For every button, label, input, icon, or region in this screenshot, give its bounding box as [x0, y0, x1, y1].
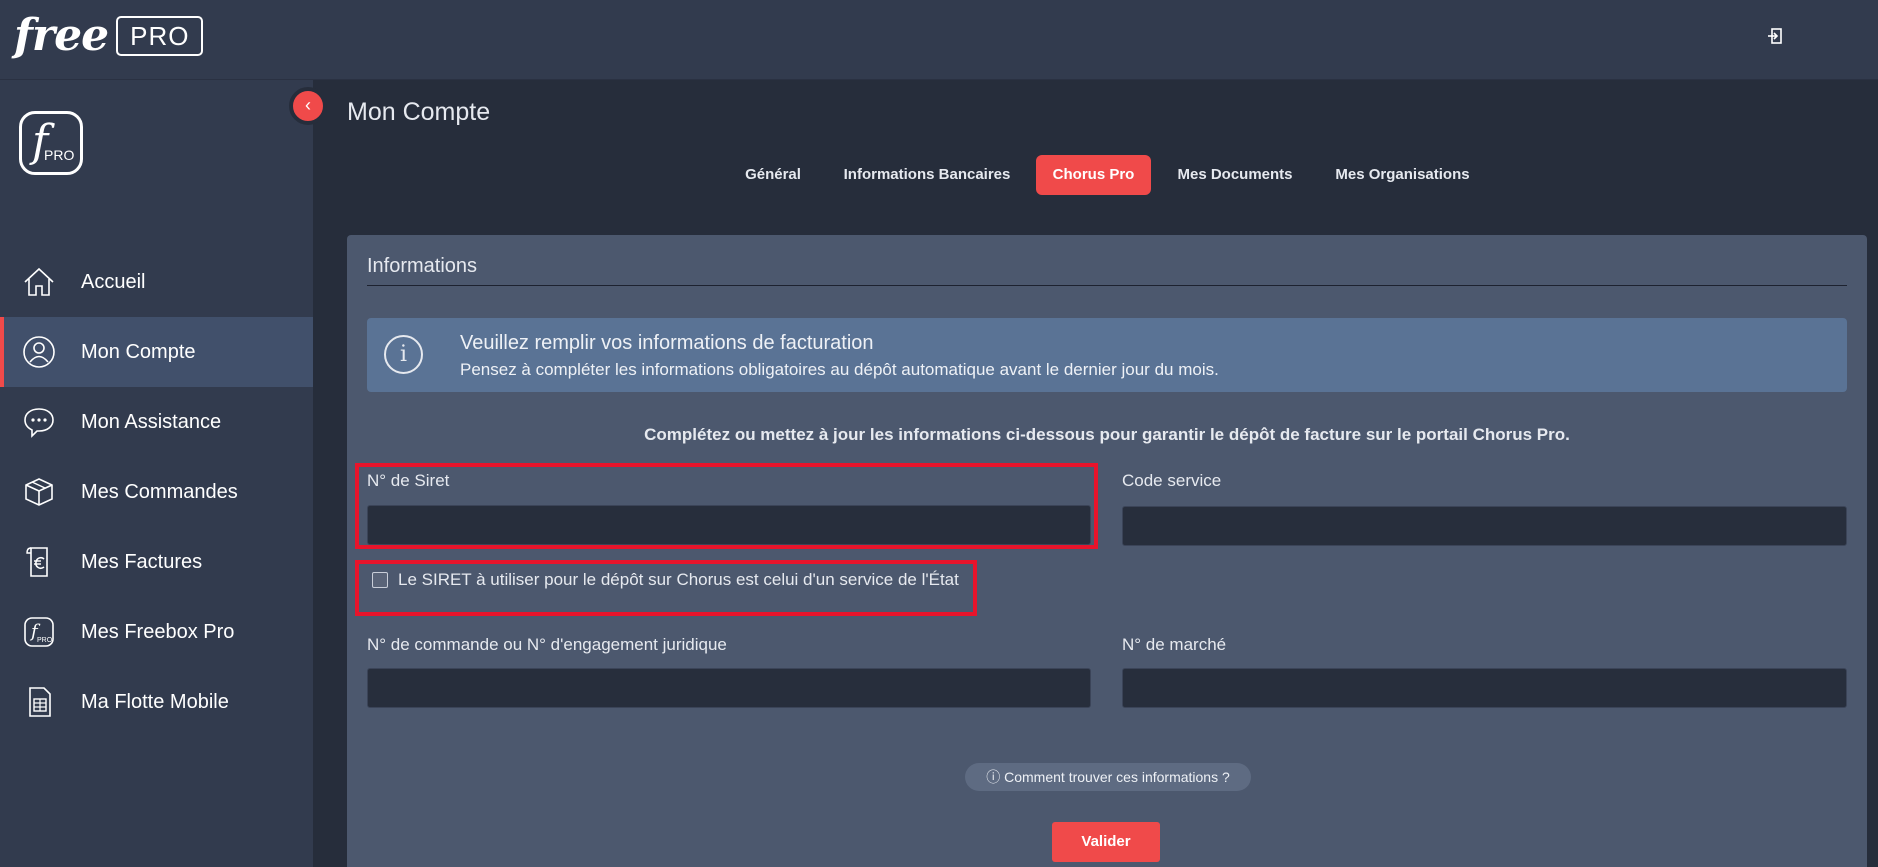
sim-card-icon — [22, 685, 56, 719]
freebox-pro-icon: f PRO — [22, 615, 56, 649]
help-info-button[interactable]: ⓘ Comment trouver ces informations ? — [965, 763, 1251, 791]
sidebar-item-label: Mon Assistance — [81, 410, 222, 433]
sidebar-item-mes-factures[interactable]: Mes Factures — [0, 527, 313, 597]
sidebar-item-label: Ma Flotte Mobile — [81, 690, 229, 713]
sidebar-item-label: Mon Compte — [81, 340, 196, 363]
box-icon — [22, 475, 56, 509]
page-title: Mon Compte — [347, 98, 491, 126]
code-service-label: Code service — [1122, 471, 1222, 490]
valider-button[interactable]: Valider — [1052, 822, 1160, 862]
logout-icon[interactable] — [1764, 26, 1786, 52]
sidebar-item-mon-assistance[interactable]: Mon Assistance — [0, 387, 313, 457]
invoice-euro-icon — [22, 545, 56, 579]
sidebar-item-accueil[interactable]: Accueil — [0, 247, 313, 317]
tab-general[interactable]: Général — [734, 155, 812, 195]
top-bar: free PRO — [0, 0, 1878, 80]
sidebar-item-mon-compte[interactable]: Mon Compte — [0, 317, 313, 387]
tab-chorus-pro[interactable]: Chorus Pro — [1036, 155, 1151, 195]
sidebar-item-mes-freebox-pro[interactable]: f PRO Mes Freebox Pro — [0, 597, 313, 667]
info-alert: i Veuillez remplir vos informations de f… — [367, 318, 1847, 392]
info-alert-subtitle: Pensez à compléter les informations obli… — [460, 360, 1219, 379]
etat-service-checkbox-label[interactable]: Le SIRET à utiliser pour le dépôt sur Ch… — [398, 570, 959, 590]
divider — [367, 285, 1847, 286]
sidebar-item-label: Mes Commandes — [81, 480, 238, 503]
svg-text:PRO: PRO — [37, 637, 53, 644]
sidebar-item-mes-commandes[interactable]: Mes Commandes — [0, 457, 313, 527]
commande-label: N° de commande ou N° d'engagement juridi… — [367, 635, 727, 654]
home-icon — [22, 265, 56, 299]
form-intro-text: Complétez ou mettez à jour les informati… — [644, 425, 1570, 444]
marche-label: N° de marché — [1122, 635, 1227, 654]
logo-free-text: free — [14, 10, 109, 61]
info-alert-title: Veuillez remplir vos informations de fac… — [460, 332, 874, 354]
sidebar-item-label: Mes Factures — [81, 550, 203, 573]
etat-service-checkbox[interactable] — [372, 572, 388, 588]
info-icon: i — [384, 335, 423, 374]
tab-mes-documents[interactable]: Mes Documents — [1172, 155, 1298, 195]
informations-panel: Informations i Veuillez remplir vos info… — [347, 235, 1867, 867]
code-service-input[interactable] — [1122, 506, 1847, 546]
tab-bar: Général Informations Bancaires Chorus Pr… — [0, 155, 1878, 195]
sidebar-item-ma-flotte-mobile[interactable]: Ma Flotte Mobile — [0, 667, 313, 737]
siret-input[interactable] — [367, 505, 1091, 545]
chevron-left-icon: ‹ — [305, 95, 311, 115]
tab-informations-bancaires[interactable]: Informations Bancaires — [838, 155, 1016, 195]
tab-mes-organisations[interactable]: Mes Organisations — [1330, 155, 1475, 195]
panel-title: Informations — [367, 255, 478, 277]
sidebar-item-label: Mes Freebox Pro — [81, 620, 235, 643]
sidebar-collapse-button[interactable]: ‹ — [289, 87, 327, 125]
sidebar: f PRO Accueil Mon Compte Mon Assistance — [0, 80, 313, 867]
sidebar-item-label: Accueil — [81, 270, 146, 293]
siret-label: N° de Siret — [367, 471, 450, 490]
chat-icon — [22, 405, 56, 439]
free-pro-logo[interactable]: free PRO — [14, 10, 204, 61]
commande-input[interactable] — [367, 668, 1091, 708]
sidebar-nav: Accueil Mon Compte Mon Assistance Mes Co… — [0, 247, 313, 737]
etat-service-checkbox-row[interactable]: Le SIRET à utiliser pour le dépôt sur Ch… — [372, 570, 959, 590]
user-icon — [22, 335, 56, 369]
marche-input[interactable] — [1122, 668, 1847, 708]
logo-pro-badge: PRO — [116, 16, 204, 56]
